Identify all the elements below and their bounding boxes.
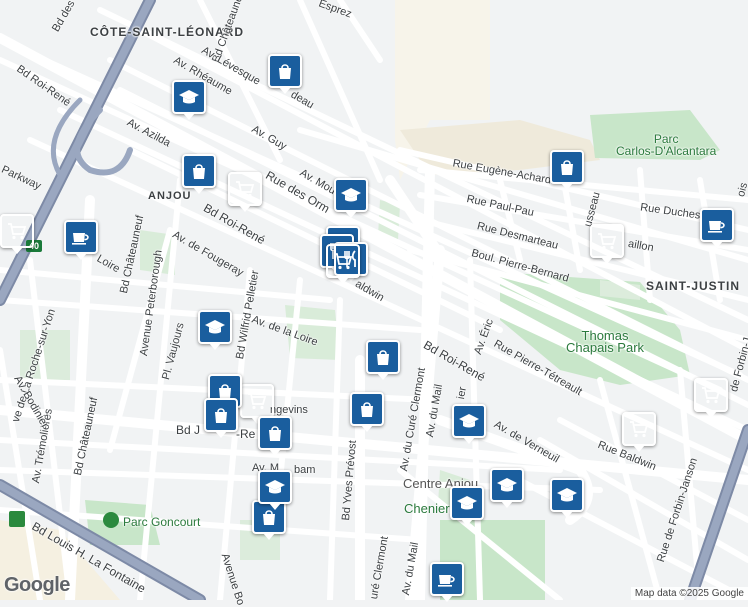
map-pin-shopping-cart-icon[interactable] xyxy=(240,384,274,424)
map-pin-school-icon[interactable] xyxy=(450,486,484,526)
map-pin-school-icon[interactable] xyxy=(452,404,486,444)
map-pin-shopping-cart-icon[interactable] xyxy=(228,172,262,212)
map-pin-shopping-cart-icon[interactable] xyxy=(590,224,624,264)
map-pin-shopping-bag-icon[interactable] xyxy=(204,398,238,438)
map-pin-shopping-bag-icon[interactable] xyxy=(350,392,384,432)
maple-leaf-icon xyxy=(9,511,25,527)
map-pin-cafe-icon[interactable] xyxy=(700,208,734,248)
map-pin-cafe-icon[interactable] xyxy=(430,562,464,602)
map-pin-shopping-bag-icon[interactable] xyxy=(366,340,400,380)
map-pin-shopping-cart-icon[interactable] xyxy=(0,214,34,254)
map-pin-shopping-bag-icon[interactable] xyxy=(258,416,292,456)
map-pin-shopping-bag-icon[interactable] xyxy=(182,154,216,194)
map-pin-shopping-bag-icon[interactable] xyxy=(268,54,302,94)
map-pin-cafe-icon[interactable] xyxy=(64,220,98,260)
map-pin-school-icon[interactable] xyxy=(258,470,292,510)
map-pin-shopping-bag-icon[interactable] xyxy=(550,150,584,190)
map-data-credit[interactable]: Map data ©2025 Google xyxy=(630,587,748,600)
map-pin-school-icon[interactable] xyxy=(198,310,232,350)
google-logo[interactable]: Google xyxy=(4,574,70,597)
map-pin-school-icon[interactable] xyxy=(550,478,584,518)
map-pin-shopping-cart-icon[interactable] xyxy=(326,244,360,284)
map-pin-shopping-cart-icon[interactable] xyxy=(622,412,656,452)
map-pin-school-icon[interactable] xyxy=(172,80,206,120)
map-pin-school-icon[interactable] xyxy=(334,178,368,218)
map-pin-school-icon[interactable] xyxy=(490,468,524,508)
map-canvas[interactable] xyxy=(0,0,748,600)
map-pin-shopping-cart-icon[interactable] xyxy=(694,378,728,418)
